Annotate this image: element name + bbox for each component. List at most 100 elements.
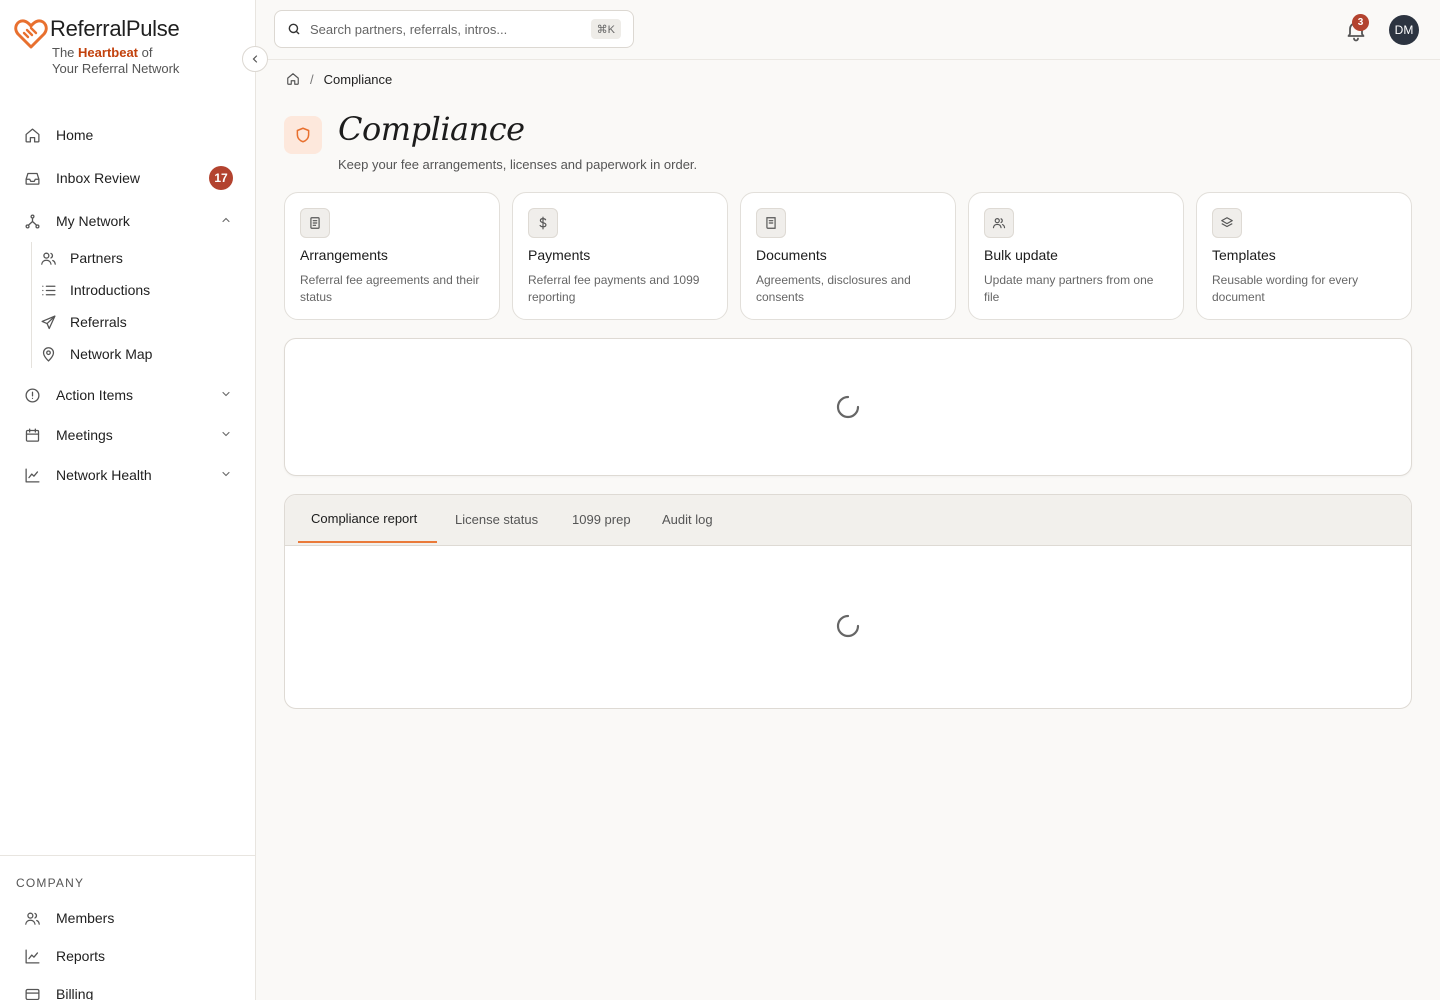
card-title: Bulk update	[984, 247, 1058, 263]
map-pin-icon	[38, 344, 58, 364]
card-description: Reusable wording for every document	[1212, 273, 1359, 304]
collapse-sidebar-button[interactable]	[242, 46, 268, 72]
page-subtitle: Keep your fee arrangements, licenses and…	[338, 157, 698, 172]
card-templates[interactable]: Templates Reusable wording for every doc…	[1196, 192, 1412, 320]
card-title: Documents	[756, 247, 827, 263]
card-arrangements[interactable]: Arrangements Referral fee agreements and…	[284, 192, 500, 320]
search-box[interactable]: ⌘K	[274, 10, 634, 48]
breadcrumb-current: Compliance	[323, 71, 393, 87]
tab-1099-prep[interactable]: 1099 prep	[572, 495, 631, 543]
sidebar-item-label: Home	[56, 127, 94, 143]
breadcrumb-separator: /	[310, 71, 314, 87]
network-icon	[22, 211, 42, 231]
card-title: Payments	[528, 247, 591, 263]
card-description: Referral fee payments and 1099 reporting	[528, 273, 700, 304]
dollar-icon	[528, 208, 558, 238]
avatar[interactable]: DM	[1389, 15, 1419, 45]
sidebar-item-label: Meetings	[56, 427, 113, 443]
card-description: Referral fee agreements and their status	[300, 273, 480, 304]
sidebar-item-label: Partners	[70, 250, 123, 266]
card-description: Update many partners from one file	[984, 273, 1154, 304]
sidebar-item-referrals[interactable]: Referrals	[32, 307, 242, 337]
sidebar-item-network-health[interactable]: Network Health	[14, 457, 242, 493]
sidebar-item-label: Network Map	[70, 346, 153, 362]
tagline-line2: Your Referral Network	[52, 61, 180, 76]
sidebar-item-label: Referrals	[70, 314, 127, 330]
loading-spinner-icon	[836, 614, 860, 638]
chevron-down-icon	[222, 391, 230, 397]
sidebar-item-meetings[interactable]: Meetings	[14, 417, 242, 453]
logo-icon	[14, 19, 48, 49]
sidebar-item-label: Billing	[56, 986, 94, 1000]
chevron-down-icon	[222, 471, 230, 477]
tab-compliance-report[interactable]: Compliance report	[298, 495, 437, 543]
list-icon	[38, 280, 58, 300]
brand-name: ReferralPulse	[50, 16, 180, 41]
users-icon	[38, 248, 58, 268]
card-bulk-update[interactable]: Bulk update Update many partners from on…	[968, 192, 1184, 320]
tab-license-status[interactable]: License status	[455, 495, 538, 543]
sidebar-item-home[interactable]: Home	[14, 117, 242, 153]
chevron-up-icon	[222, 217, 230, 223]
page-title: Compliance	[338, 110, 525, 148]
sidebar-item-my-network[interactable]: My Network	[14, 203, 242, 239]
company-section-label: COMPANY	[16, 876, 85, 890]
sidebar-item-label: Action Items	[56, 387, 134, 403]
users-icon	[22, 908, 42, 928]
chevron-down-icon	[222, 431, 230, 437]
sidebar-item-label: Network Health	[56, 467, 152, 483]
topbar: ⌘K 3 DM	[256, 0, 1440, 60]
report-tabs-panel: Compliance report License status 1099 pr…	[284, 494, 1412, 709]
sidebar-item-label: Introductions	[70, 282, 151, 298]
book-icon	[756, 208, 786, 238]
summary-loading-panel	[284, 338, 1412, 476]
search-shortcut: ⌘K	[590, 19, 621, 39]
layers-icon	[1212, 208, 1242, 238]
document-list-icon	[300, 208, 330, 238]
loading-spinner-icon	[836, 395, 860, 419]
sidebar-item-label: Members	[56, 910, 115, 926]
brand-tagline: The Heartbeat of Your Referral Network	[52, 45, 222, 77]
sidebar-item-billing[interactable]: Billing	[14, 976, 242, 1000]
chart-line-icon	[22, 465, 42, 485]
sidebar-item-label: My Network	[56, 213, 130, 229]
sidebar-item-network-map[interactable]: Network Map	[32, 339, 242, 369]
sidebar-item-reports[interactable]: Reports	[14, 938, 242, 974]
calendar-icon	[22, 425, 42, 445]
tab-bar: Compliance report License status 1099 pr…	[285, 495, 1411, 546]
tagline-suffix: of	[141, 45, 153, 60]
tagline-prefix: The	[52, 45, 75, 60]
compliance-cards: Arrangements Referral fee agreements and…	[284, 192, 1412, 320]
shield-icon	[284, 116, 322, 154]
home-icon[interactable]	[286, 72, 300, 86]
company-section: COMPANY Members Reports Billing	[0, 855, 256, 1000]
inbox-icon	[22, 168, 42, 188]
users-icon	[984, 208, 1014, 238]
card-description: Agreements, disclosures and consents	[756, 273, 911, 304]
sidebar-item-action-items[interactable]: Action Items	[14, 377, 242, 413]
credit-card-icon	[22, 984, 42, 1000]
card-payments[interactable]: Payments Referral fee payments and 1099 …	[512, 192, 728, 320]
tagline-highlight: Heartbeat	[78, 45, 138, 60]
alert-circle-icon	[22, 385, 42, 405]
sidebar-item-label: Inbox Review	[56, 170, 141, 186]
inbox-count-badge: 17	[209, 166, 233, 190]
card-title: Templates	[1212, 247, 1276, 263]
card-documents[interactable]: Documents Agreements, disclosures and co…	[740, 192, 956, 320]
sidebar-item-introductions[interactable]: Introductions	[32, 275, 242, 305]
notification-count-badge: 3	[1352, 14, 1369, 31]
chevron-left-icon	[252, 55, 258, 63]
sidebar-item-inbox-review[interactable]: Inbox Review 17	[14, 160, 242, 196]
home-icon	[22, 125, 42, 145]
sidebar-item-partners[interactable]: Partners	[32, 243, 242, 273]
sidebar: ReferralPulse The Heartbeat of Your Refe…	[0, 0, 256, 1000]
sidebar-item-members[interactable]: Members	[14, 900, 242, 936]
send-icon	[38, 312, 58, 332]
card-title: Arrangements	[300, 247, 388, 263]
chart-line-icon	[22, 946, 42, 966]
sidebar-item-label: Reports	[56, 948, 106, 964]
search-icon	[287, 22, 301, 36]
tab-audit-log[interactable]: Audit log	[662, 495, 713, 543]
search-input[interactable]	[310, 21, 580, 37]
breadcrumb: / Compliance	[286, 70, 392, 88]
